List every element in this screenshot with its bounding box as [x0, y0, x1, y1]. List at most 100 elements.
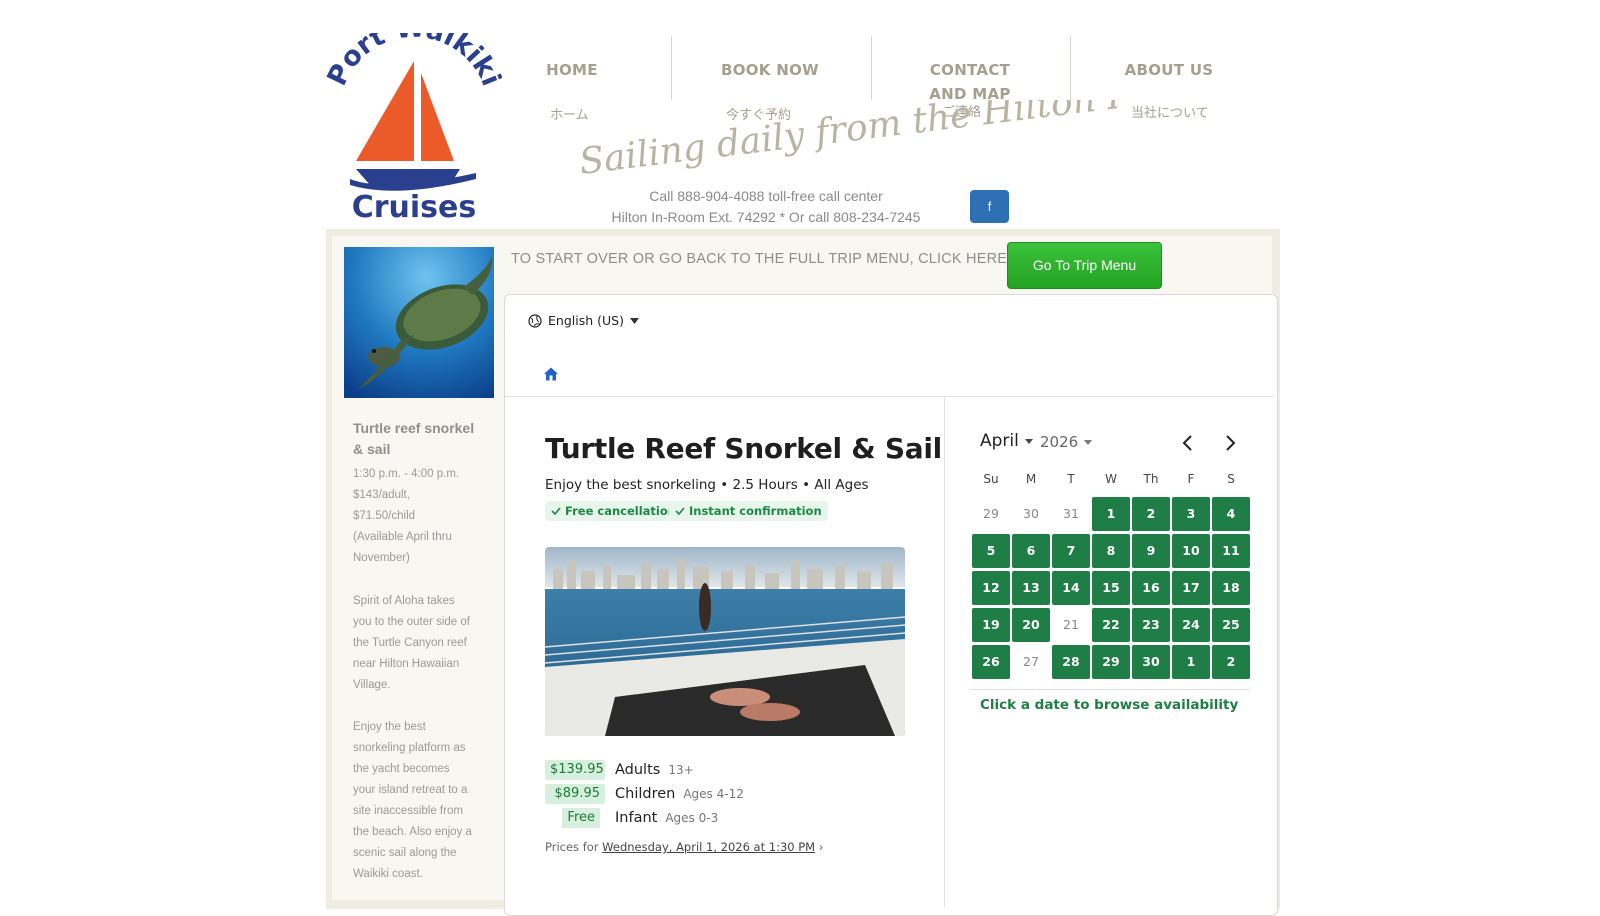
- ticket-type-children: Children: [615, 786, 676, 802]
- weekday-header: Th: [1143, 472, 1159, 486]
- trip-menu-instruction: TO START OVER OR GO BACK TO THE FULL TRI…: [511, 251, 1012, 267]
- caret-down-icon: [1084, 439, 1093, 445]
- calendar-day-available[interactable]: 10: [1172, 534, 1210, 568]
- facebook-button[interactable]: f: [970, 190, 1009, 223]
- calendar-day-unavailable: 21: [1063, 617, 1079, 632]
- calendar-day-unavailable: 27: [1023, 654, 1039, 669]
- prices-for-date-link[interactable]: Wednesday, April 1, 2026 at 1:30 PM: [602, 840, 815, 854]
- nav-book-now[interactable]: BOOK NOW: [720, 58, 820, 82]
- widget-divider: [505, 396, 1275, 397]
- calendar-day-available[interactable]: 14: [1052, 571, 1090, 605]
- sidebar-text-line: Spirit of Aloha takes: [353, 595, 455, 607]
- calendar-day-available[interactable]: 29: [1092, 645, 1130, 679]
- calendar-day-available[interactable]: 18: [1212, 571, 1250, 605]
- year-selector[interactable]: 2026: [1040, 433, 1093, 451]
- home-icon[interactable]: [543, 366, 559, 382]
- check-icon: [551, 507, 561, 515]
- calendar-divider: [970, 689, 1250, 690]
- sidebar-text-line: the beach. Also enjoy a: [353, 826, 472, 838]
- calendar-day-available[interactable]: 25: [1212, 608, 1250, 642]
- language-selector[interactable]: English (US): [528, 313, 639, 328]
- price-row-adults: $139.95 Adults 13+: [545, 760, 694, 780]
- sidebar-text-line: Enjoy the best: [353, 721, 426, 733]
- tagline-text: Sailing daily from the Hilton Pier: [577, 100, 1117, 183]
- prices-for-line: Prices for Wednesday, April 1, 2026 at 1…: [545, 840, 823, 854]
- chevron-left-icon: [1182, 435, 1192, 451]
- price-adults: $139.95: [545, 760, 605, 780]
- weekday-header: M: [1025, 472, 1037, 486]
- badge-label: Instant confirmation: [689, 504, 822, 518]
- price-children: $89.95: [545, 784, 605, 804]
- nav-about-us-jp[interactable]: 当社について: [1131, 102, 1209, 121]
- price-row-children: $89.95 Children Ages 4-12: [545, 784, 744, 804]
- calendar-day-available[interactable]: 15: [1092, 571, 1130, 605]
- calendar-day-available[interactable]: 6: [1012, 534, 1050, 568]
- nav-divider: [671, 36, 672, 100]
- sidebar-text-line: snorkeling platform as: [353, 742, 466, 754]
- turtle-photo: [344, 247, 494, 398]
- instant-confirmation-badge: Instant confirmation: [669, 501, 828, 521]
- sidebar-text-line: site inaccessible from: [353, 805, 463, 817]
- calendar-day-available[interactable]: 23: [1132, 608, 1170, 642]
- nav-divider: [871, 36, 872, 100]
- calendar-day-unavailable: 29: [983, 506, 999, 521]
- sidebar-paragraph-2: Enjoy the best snorkeling platform as th…: [353, 717, 481, 885]
- calendar-day-available[interactable]: 4: [1212, 497, 1250, 531]
- calendar-day-available[interactable]: 30: [1132, 645, 1170, 679]
- calendar-day-available[interactable]: 26: [972, 645, 1010, 679]
- weekday-header: W: [1105, 472, 1117, 486]
- nav-divider: [1070, 36, 1071, 100]
- calendar-day-available[interactable]: 13: [1012, 571, 1050, 605]
- badge-label: Free cancellation: [565, 504, 676, 518]
- weekday-header: F: [1187, 472, 1195, 486]
- calendar-day-available[interactable]: 9: [1132, 534, 1170, 568]
- calendar-day-available[interactable]: 24: [1172, 608, 1210, 642]
- calendar-day-available[interactable]: 12: [972, 571, 1010, 605]
- calendar-day-unavailable: 31: [1063, 506, 1079, 521]
- go-to-trip-menu-button[interactable]: Go To Trip Menu: [1007, 242, 1162, 289]
- calendar-day-available[interactable]: 22: [1092, 608, 1130, 642]
- age-range-children: Ages 4-12: [683, 787, 744, 801]
- calendar-day-available[interactable]: 16: [1132, 571, 1170, 605]
- calendar-day-available[interactable]: 1: [1172, 645, 1210, 679]
- sidebar-availability-end: November): [353, 552, 410, 564]
- calendar-day-available[interactable]: 17: [1172, 571, 1210, 605]
- month-label: April: [980, 431, 1019, 451]
- language-label: English (US): [548, 313, 624, 328]
- calendar-day-available[interactable]: 2: [1132, 497, 1170, 531]
- prev-month-button[interactable]: [1176, 431, 1200, 455]
- nav-home[interactable]: HOME: [537, 58, 607, 82]
- sidebar-text-line: Waikiki coast.: [353, 868, 423, 880]
- calendar-day-available[interactable]: 2: [1212, 645, 1250, 679]
- nav-contact-map[interactable]: CONTACT AND MAP: [910, 58, 1030, 106]
- sidebar-availability: (Available April thru: [353, 531, 452, 543]
- calendar-day-available[interactable]: 5: [972, 534, 1010, 568]
- product-title: Turtle Reef Snorkel & Sail: [545, 432, 942, 465]
- calendar-day-available[interactable]: 3: [1172, 497, 1210, 531]
- calendar-day-available[interactable]: 7: [1052, 534, 1090, 568]
- calendar-day-available[interactable]: 1: [1092, 497, 1130, 531]
- widget-column-divider: [944, 397, 945, 907]
- year-label: 2026: [1040, 433, 1079, 451]
- calendar-day-available[interactable]: 28: [1052, 645, 1090, 679]
- calendar-day-available[interactable]: 8: [1092, 534, 1130, 568]
- month-selector[interactable]: April: [980, 431, 1033, 451]
- sidebar-paragraph-1: Spirit of Aloha takes you to the outer s…: [353, 591, 481, 696]
- sidebar-text-line: you to the outer side of: [353, 616, 470, 628]
- weekday-header: Su: [983, 472, 999, 486]
- nav-about-us[interactable]: ABOUT US: [1124, 58, 1214, 82]
- calendar-day-available[interactable]: 11: [1212, 534, 1250, 568]
- calendar-day-available[interactable]: 19: [972, 608, 1010, 642]
- site-logo[interactable]: Port Waikiki Cruises: [322, 12, 507, 225]
- sidebar-text-line: the yacht becomes: [353, 763, 450, 775]
- calendar-day-available[interactable]: 20: [1012, 608, 1050, 642]
- product-photo: [545, 547, 905, 736]
- sail-right: [421, 73, 454, 161]
- caret-down-icon: [1024, 438, 1033, 444]
- next-month-button[interactable]: [1218, 431, 1242, 455]
- weekday-header: S: [1227, 472, 1235, 486]
- sail-left: [356, 61, 414, 161]
- sidebar-price-adult: $143/adult,: [353, 489, 410, 501]
- sidebar-text-line: Village.: [353, 679, 391, 691]
- calendar-day-unavailable: 30: [1023, 506, 1039, 521]
